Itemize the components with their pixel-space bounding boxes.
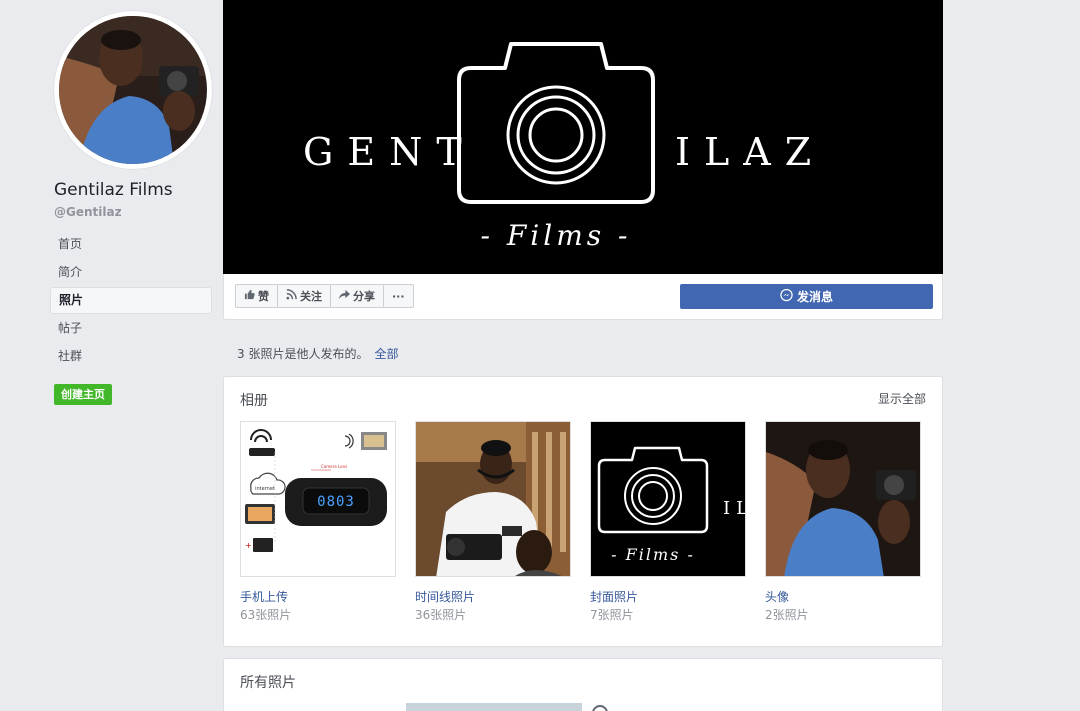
all-photos-title: 所有照片 xyxy=(240,675,296,691)
svg-text:- Films -: - Films - xyxy=(611,545,695,564)
album-thumbnail: internet + 0803 Camera Lens xyxy=(240,421,396,577)
album-count: 36张照片 xyxy=(415,608,467,622)
cover-text-left: GENT xyxy=(303,130,476,174)
left-sidebar: Gentilaz Films @Gentilaz 首页 简介 照片 帖子 社群 … xyxy=(0,0,222,711)
facebook-page-photos: Gentilaz Films @Gentilaz 首页 简介 照片 帖子 社群 … xyxy=(0,0,1080,711)
svg-text:Camera Lens: Camera Lens xyxy=(321,464,347,469)
nav-item-posts[interactable]: 帖子 xyxy=(50,315,212,342)
nav-item-photos[interactable]: 照片 xyxy=(50,287,212,314)
cover-text-right: ILAZ xyxy=(675,130,825,174)
page-nav: 首页 简介 照片 帖子 社群 xyxy=(50,231,212,371)
svg-text:internet: internet xyxy=(255,486,275,492)
album-cover-photos[interactable]: IL - Films - 封面照片 7张照片 xyxy=(590,421,746,623)
photo-thumbnail[interactable] xyxy=(406,703,582,711)
svg-text:+: + xyxy=(245,541,252,550)
album-timeline-photos[interactable]: 时间线照片 36张照片 xyxy=(415,421,571,623)
album-count: 2张照片 xyxy=(765,608,809,622)
nav-item-community[interactable]: 社群 xyxy=(50,343,212,370)
album-thumbnail: IL - Films - xyxy=(590,421,746,577)
thumbs-up-icon xyxy=(244,289,255,303)
album-profile-pictures[interactable]: 头像 2张照片 xyxy=(765,421,921,623)
cover-logo-graphic: GENT ILAZ - Films - xyxy=(223,0,943,274)
albums-title: 相册 xyxy=(240,393,268,409)
nav-item-home[interactable]: 首页 xyxy=(50,231,212,258)
follow-button[interactable]: 关注 xyxy=(278,285,331,307)
send-message-button[interactable]: 发消息 xyxy=(680,284,933,309)
avatar-image xyxy=(59,16,207,164)
share-label: 分享 xyxy=(353,290,375,303)
all-photos-card: 所有照片 xyxy=(223,658,943,711)
svg-text:IL: IL xyxy=(723,498,746,519)
page-name[interactable]: Gentilaz Films xyxy=(54,180,173,200)
album-thumbnail xyxy=(765,421,921,577)
cover-photo[interactable]: GENT ILAZ - Films - xyxy=(223,0,943,274)
share-arrow-icon xyxy=(339,289,350,303)
album-thumbnail xyxy=(415,421,571,577)
album-name[interactable]: 时间线照片 xyxy=(415,588,571,605)
cover-subtitle: - Films - xyxy=(481,219,632,252)
nav-item-about[interactable]: 简介 xyxy=(50,259,212,286)
follow-label: 关注 xyxy=(300,290,322,303)
album-name[interactable]: 封面照片 xyxy=(590,588,746,605)
action-button-group: 赞 关注 分享 ··· xyxy=(235,284,414,308)
like-label: 赞 xyxy=(258,290,269,303)
send-message-label: 发消息 xyxy=(796,290,833,304)
clock-display: 0803 xyxy=(317,494,355,510)
like-button[interactable]: 赞 xyxy=(236,285,278,307)
album-name[interactable]: 手机上传 xyxy=(240,588,396,605)
more-icon: ··· xyxy=(392,289,405,303)
album-name[interactable]: 头像 xyxy=(765,588,921,605)
profile-picture[interactable] xyxy=(54,11,212,169)
albums-see-all-link[interactable]: 显示全部 xyxy=(878,390,926,407)
create-page-button[interactable]: 创建主页 xyxy=(54,384,112,405)
notice-see-all-link[interactable]: 全部 xyxy=(374,347,398,361)
page-handle[interactable]: @Gentilaz xyxy=(54,205,122,219)
notice-text: 3 张照片是他人发布的。 xyxy=(237,347,369,361)
share-button[interactable]: 分享 xyxy=(331,285,384,307)
more-options-button[interactable]: ··· xyxy=(384,285,413,307)
rss-icon xyxy=(286,289,297,303)
album-count: 7张照片 xyxy=(590,608,634,622)
album-mobile-uploads[interactable]: internet + 0803 Camera Lens 手机上传 63张照片 xyxy=(240,421,396,623)
messenger-icon xyxy=(780,288,793,305)
photos-by-others-notice: 3 张照片是他人发布的。 全部 xyxy=(237,345,398,362)
page-action-bar: 赞 关注 分享 ··· 发消息 xyxy=(223,274,943,320)
loading-icon xyxy=(592,705,608,711)
album-count: 63张照片 xyxy=(240,608,292,622)
albums-card: 相册 显示全部 internet + 0803 Camera Lens 手机上传… xyxy=(223,376,943,647)
